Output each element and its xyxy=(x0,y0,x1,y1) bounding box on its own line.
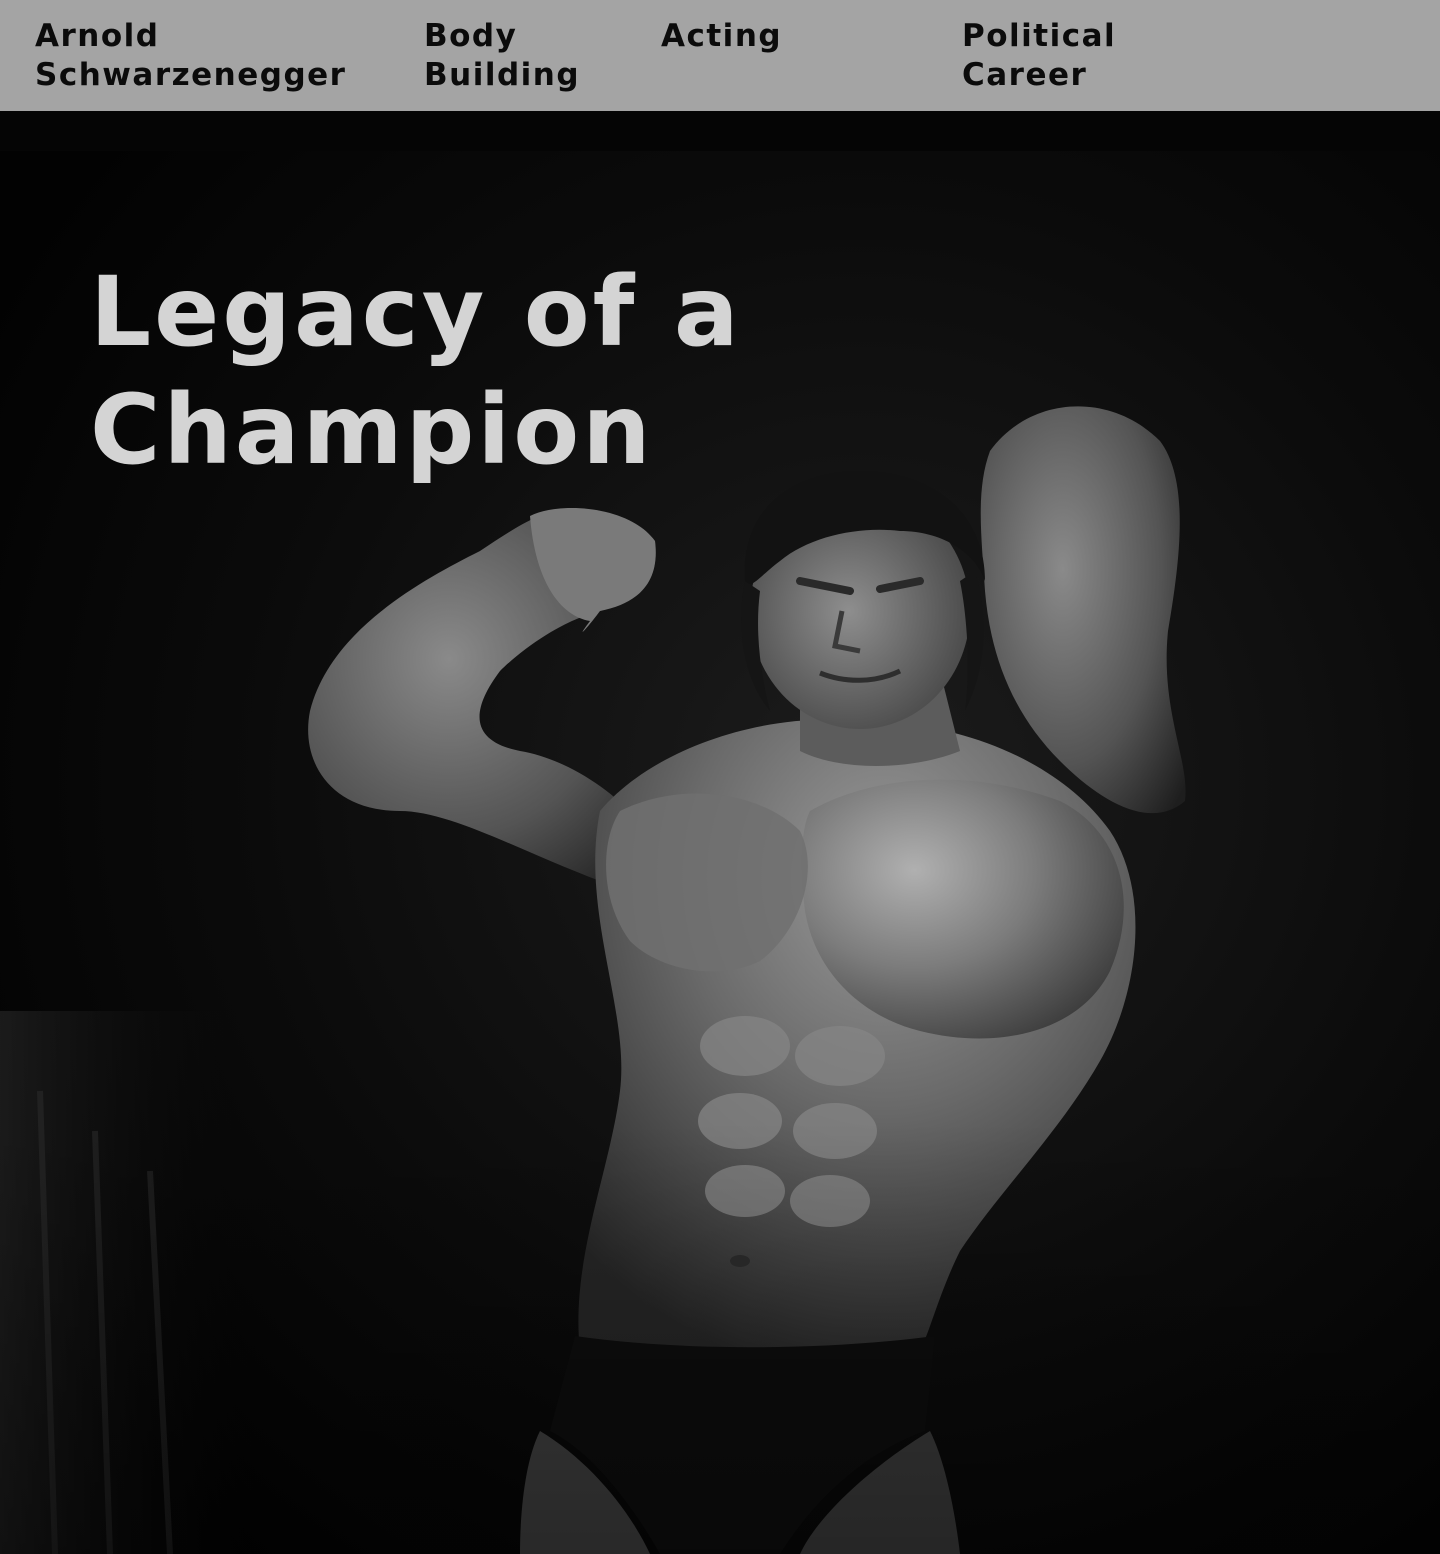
nav-political-career-line-1: Political xyxy=(962,18,1117,54)
nav-home-link[interactable]: Arnold Schwarzenegger xyxy=(35,17,346,95)
nav-body-building-line-2: Building xyxy=(424,57,581,93)
nav-political-career-link[interactable]: Political Career xyxy=(962,17,1116,95)
nav-body-building-link[interactable]: Body Building xyxy=(424,17,580,95)
nav-acting-label: Acting xyxy=(661,18,783,54)
top-navigation: Arnold Schwarzenegger Body Building Acti… xyxy=(0,0,1440,111)
nav-home-line-1: Arnold xyxy=(35,18,160,54)
hero-title-line-2: Champion xyxy=(90,374,654,486)
nav-home-line-2: Schwarzenegger xyxy=(35,57,347,93)
nav-acting-link[interactable]: Acting xyxy=(661,17,782,56)
nav-political-career-line-2: Career xyxy=(962,57,1088,93)
hero-section: Legacy of a Champion xyxy=(0,111,1440,1554)
hero-title: Legacy of a Champion xyxy=(90,253,742,489)
page: Arnold Schwarzenegger Body Building Acti… xyxy=(0,0,1440,1554)
nav-body-building-line-1: Body xyxy=(424,18,518,54)
hero-title-line-1: Legacy of a xyxy=(90,256,742,368)
